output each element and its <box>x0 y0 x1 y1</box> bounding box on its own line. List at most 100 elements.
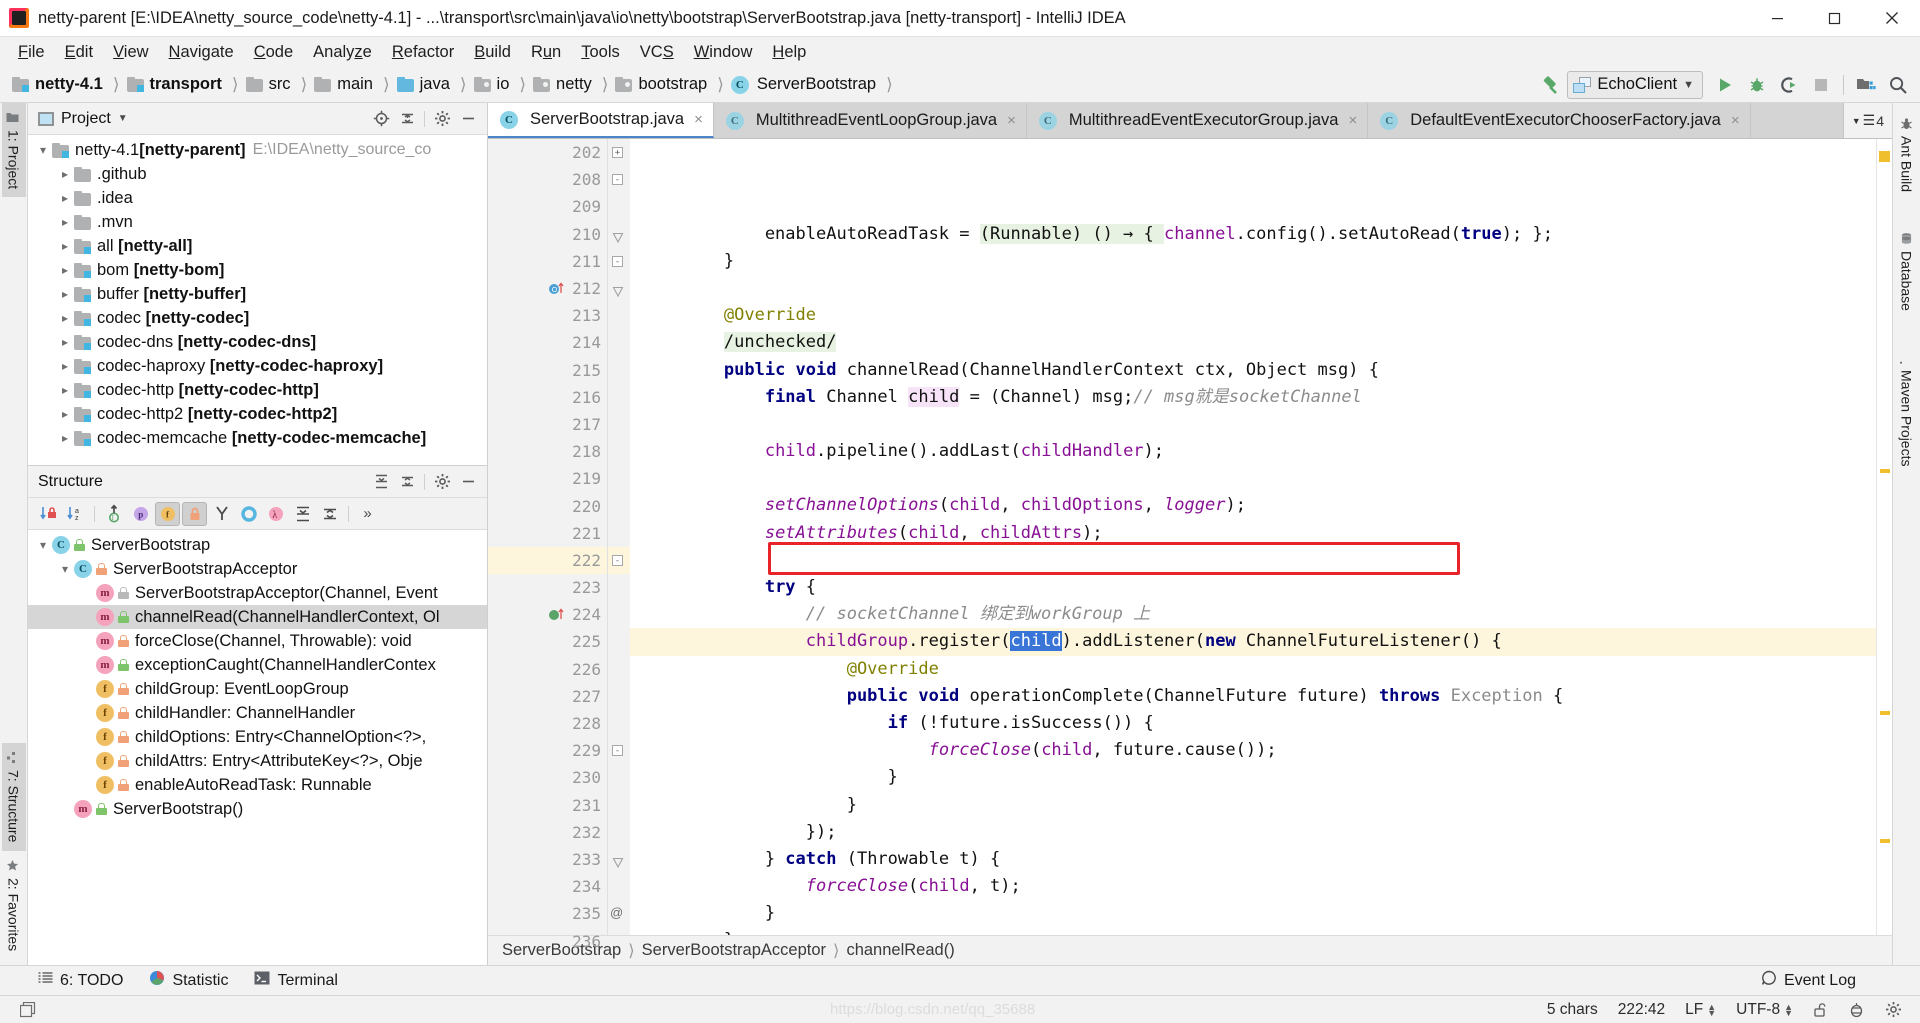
breadcrumb-method[interactable]: channelRead() <box>846 941 954 960</box>
project-tree-row[interactable]: codec [netty-codec] <box>28 306 487 330</box>
code-content[interactable]: enableAutoReadTask = (Runnable) () → { c… <box>630 139 1876 935</box>
chevron-right-icon[interactable] <box>56 239 74 253</box>
code-line[interactable]: }); <box>630 819 1876 846</box>
fold-region[interactable] <box>608 357 630 384</box>
structure-tree-row[interactable]: m channelRead(ChannelHandlerContext, Ol <box>28 605 487 629</box>
code-folding-column[interactable]: + - - - - @ <box>608 139 630 935</box>
line-number[interactable]: 214 <box>488 329 607 356</box>
fold-region[interactable] <box>608 764 630 791</box>
project-tree-row[interactable]: all [netty-all] <box>28 234 487 258</box>
code-line[interactable]: /unchecked/ <box>630 329 1876 356</box>
line-number[interactable]: 236 <box>488 927 607 954</box>
error-stripe-markers[interactable] <box>1876 139 1892 935</box>
line-number[interactable]: 234 <box>488 873 607 900</box>
code-line[interactable]: forceClose(child, future.cause()); <box>630 737 1876 764</box>
sidebar-item-project[interactable]: 1: Project <box>1 103 26 198</box>
caret-position[interactable]: 222:42 <box>1608 1001 1675 1019</box>
line-separator-selector[interactable]: LF ▲ ▼ <box>1675 1001 1726 1019</box>
show-anonymous-icon[interactable] <box>209 502 234 526</box>
structure-tree-row[interactable]: f childOptions: Entry<ChannelOption<?>, <box>28 725 487 749</box>
menu-refactor[interactable]: Refactor <box>382 40 464 65</box>
collapse-all-icon[interactable] <box>317 502 342 526</box>
sidebar-item-structure[interactable]: 7: Structure <box>1 743 26 851</box>
menu-window[interactable]: Window <box>684 40 763 65</box>
fold-region[interactable]: @ <box>608 900 630 927</box>
expand-all-icon[interactable] <box>290 502 315 526</box>
structure-tree-row[interactable]: m forceClose(Channel, Throwable): void <box>28 629 487 653</box>
fold-region[interactable] <box>608 792 630 819</box>
code-line[interactable] <box>630 465 1876 492</box>
close-button[interactable] <box>1863 0 1920 37</box>
menu-view[interactable]: View <box>103 40 158 65</box>
project-tree-row[interactable]: .mvn <box>28 210 487 234</box>
code-line[interactable]: child.pipeline().addLast(childHandler); <box>630 438 1876 465</box>
fold-region[interactable] <box>608 411 630 438</box>
breadcrumb-bootstrap[interactable]: bootstrap <box>613 72 712 98</box>
fold-toggle-icon[interactable] <box>612 229 624 249</box>
code-line[interactable] <box>630 275 1876 302</box>
expand-all-button[interactable] <box>368 470 394 494</box>
line-number[interactable]: 216 <box>488 384 607 411</box>
code-line[interactable]: final Channel child = (Channel) msg;// m… <box>630 384 1876 411</box>
fold-toggle-icon[interactable]: - <box>612 255 623 267</box>
code-line[interactable]: } catch (Throwable t) { <box>630 846 1876 873</box>
more-icon[interactable]: » <box>355 502 380 526</box>
chevron-right-icon[interactable] <box>56 431 74 445</box>
project-tree-row[interactable]: codec-memcache [netty-codec-memcache] <box>28 426 487 450</box>
code-line[interactable]: // socketChannel 绑定到workGroup 上 <box>630 601 1876 628</box>
fold-region[interactable]: - <box>608 737 630 764</box>
line-number[interactable]: 229 <box>488 737 607 764</box>
breadcrumb-netty[interactable]: netty <box>531 72 597 98</box>
fold-region[interactable] <box>608 846 630 873</box>
run-configuration-selector[interactable]: EchoClient ▼ <box>1567 70 1703 99</box>
editor-tab[interactable]: C ServerBootstrap.java × <box>488 103 714 138</box>
fold-region[interactable] <box>608 492 630 519</box>
fold-region[interactable]: - <box>608 546 630 574</box>
fold-toggle-icon[interactable] <box>612 854 624 874</box>
search-everywhere-button[interactable] <box>1882 70 1914 100</box>
chevron-right-icon[interactable] <box>56 311 74 325</box>
fold-region[interactable] <box>608 628 630 655</box>
code-line[interactable]: setChannelOptions(child, childOptions, l… <box>630 492 1876 519</box>
line-number[interactable]: 217 <box>488 411 607 438</box>
override-gutter-icon[interactable] <box>548 606 565 623</box>
stop-button[interactable] <box>1805 70 1837 100</box>
window-list-icon[interactable] <box>10 1001 47 1018</box>
fold-toggle-icon[interactable]: - <box>612 554 623 566</box>
code-line[interactable]: @Override <box>630 656 1876 683</box>
chevron-down-icon[interactable] <box>56 562 74 576</box>
menu-help[interactable]: Help <box>762 40 816 65</box>
line-number[interactable]: 228 <box>488 710 607 737</box>
line-number[interactable]: 233 <box>488 846 607 873</box>
close-icon[interactable]: × <box>694 111 703 128</box>
line-number[interactable]: 222 <box>488 546 607 574</box>
menu-file[interactable]: File <box>8 40 55 65</box>
minimize-button[interactable] <box>1749 0 1806 37</box>
line-number[interactable]: 209 <box>488 193 607 220</box>
close-icon[interactable]: × <box>1348 112 1357 129</box>
fold-toggle-icon[interactable] <box>612 283 624 303</box>
structure-tree-row[interactable]: f childHandler: ChannelHandler <box>28 701 487 725</box>
editor-tab[interactable]: C MultithreadEventLoopGroup.java × <box>713 103 1027 138</box>
code-line[interactable]: if (!future.isSuccess()) { <box>630 710 1876 737</box>
fold-region[interactable]: + <box>608 139 630 166</box>
chevron-right-icon[interactable] <box>56 383 74 397</box>
annotation-gutter-icon[interactable]: @ <box>610 905 623 920</box>
fold-region[interactable] <box>608 438 630 465</box>
unlock-icon[interactable] <box>1803 1002 1838 1018</box>
chevron-right-icon[interactable] <box>56 335 74 349</box>
hide-panel-button[interactable] <box>455 107 481 131</box>
structure-tree-row[interactable]: f childGroup: EventLoopGroup <box>28 677 487 701</box>
sort-alphabetically-icon[interactable]: az <box>63 502 88 526</box>
line-number[interactable]: 224 <box>488 601 607 628</box>
code-line[interactable]: } <box>630 927 1876 935</box>
code-line[interactable] <box>630 411 1876 438</box>
fold-region[interactable] <box>608 221 630 248</box>
line-number[interactable]: 219 <box>488 465 607 492</box>
line-number[interactable]: 221 <box>488 520 607 547</box>
breadcrumb-serverbootstrap[interactable]: C ServerBootstrap <box>729 72 881 98</box>
menu-vcs[interactable]: VCS <box>630 40 684 65</box>
fold-region[interactable] <box>608 193 630 220</box>
show-properties-icon[interactable]: p <box>128 502 153 526</box>
structure-tree-row[interactable]: m exceptionCaught(ChannelHandlerContex <box>28 653 487 677</box>
